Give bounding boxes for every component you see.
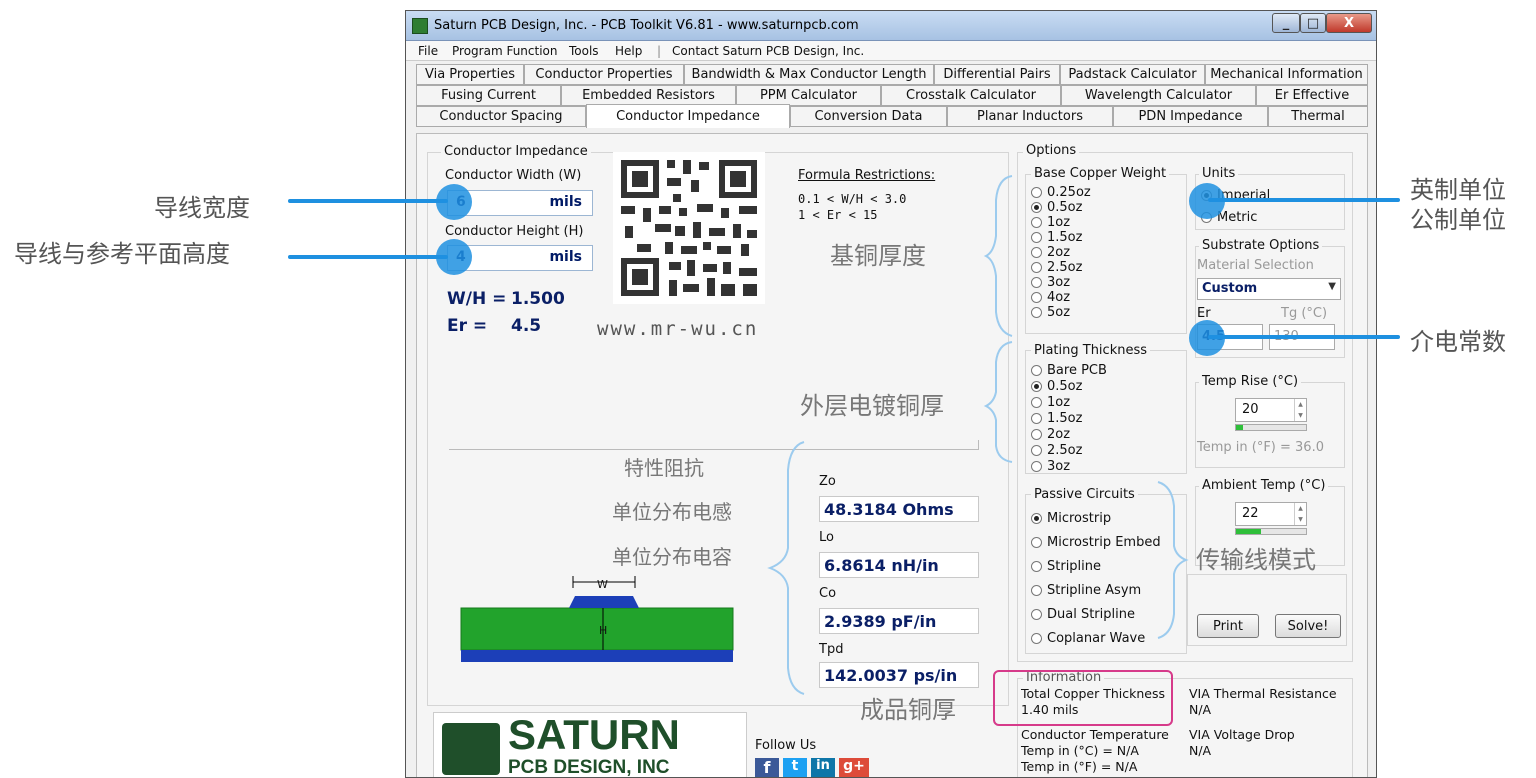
annotation-line-width <box>288 199 448 203</box>
bracket-plating <box>983 341 1013 463</box>
annotation-metric: 公制单位 <box>1410 206 1506 234</box>
annotation-line-units <box>1208 198 1400 202</box>
annotation-line-height <box>288 255 448 259</box>
annotation-line-dielectric <box>1208 335 1400 339</box>
annotation-conductor-width: 导线宽度 <box>154 194 250 222</box>
bubble-width-icon <box>436 184 472 220</box>
bubble-dielectric-icon <box>1189 320 1225 356</box>
bubble-height-icon <box>436 239 472 275</box>
bubble-units-icon <box>1189 183 1225 219</box>
bracket-results <box>767 441 805 695</box>
bracket-passive <box>1157 481 1189 639</box>
annotation-dielectric: 介电常数 <box>1410 328 1506 356</box>
bracket-base-copper <box>983 175 1013 337</box>
annotation-brackets <box>767 175 1189 695</box>
annotation-conductor-height: 导线与参考平面高度 <box>14 240 230 268</box>
